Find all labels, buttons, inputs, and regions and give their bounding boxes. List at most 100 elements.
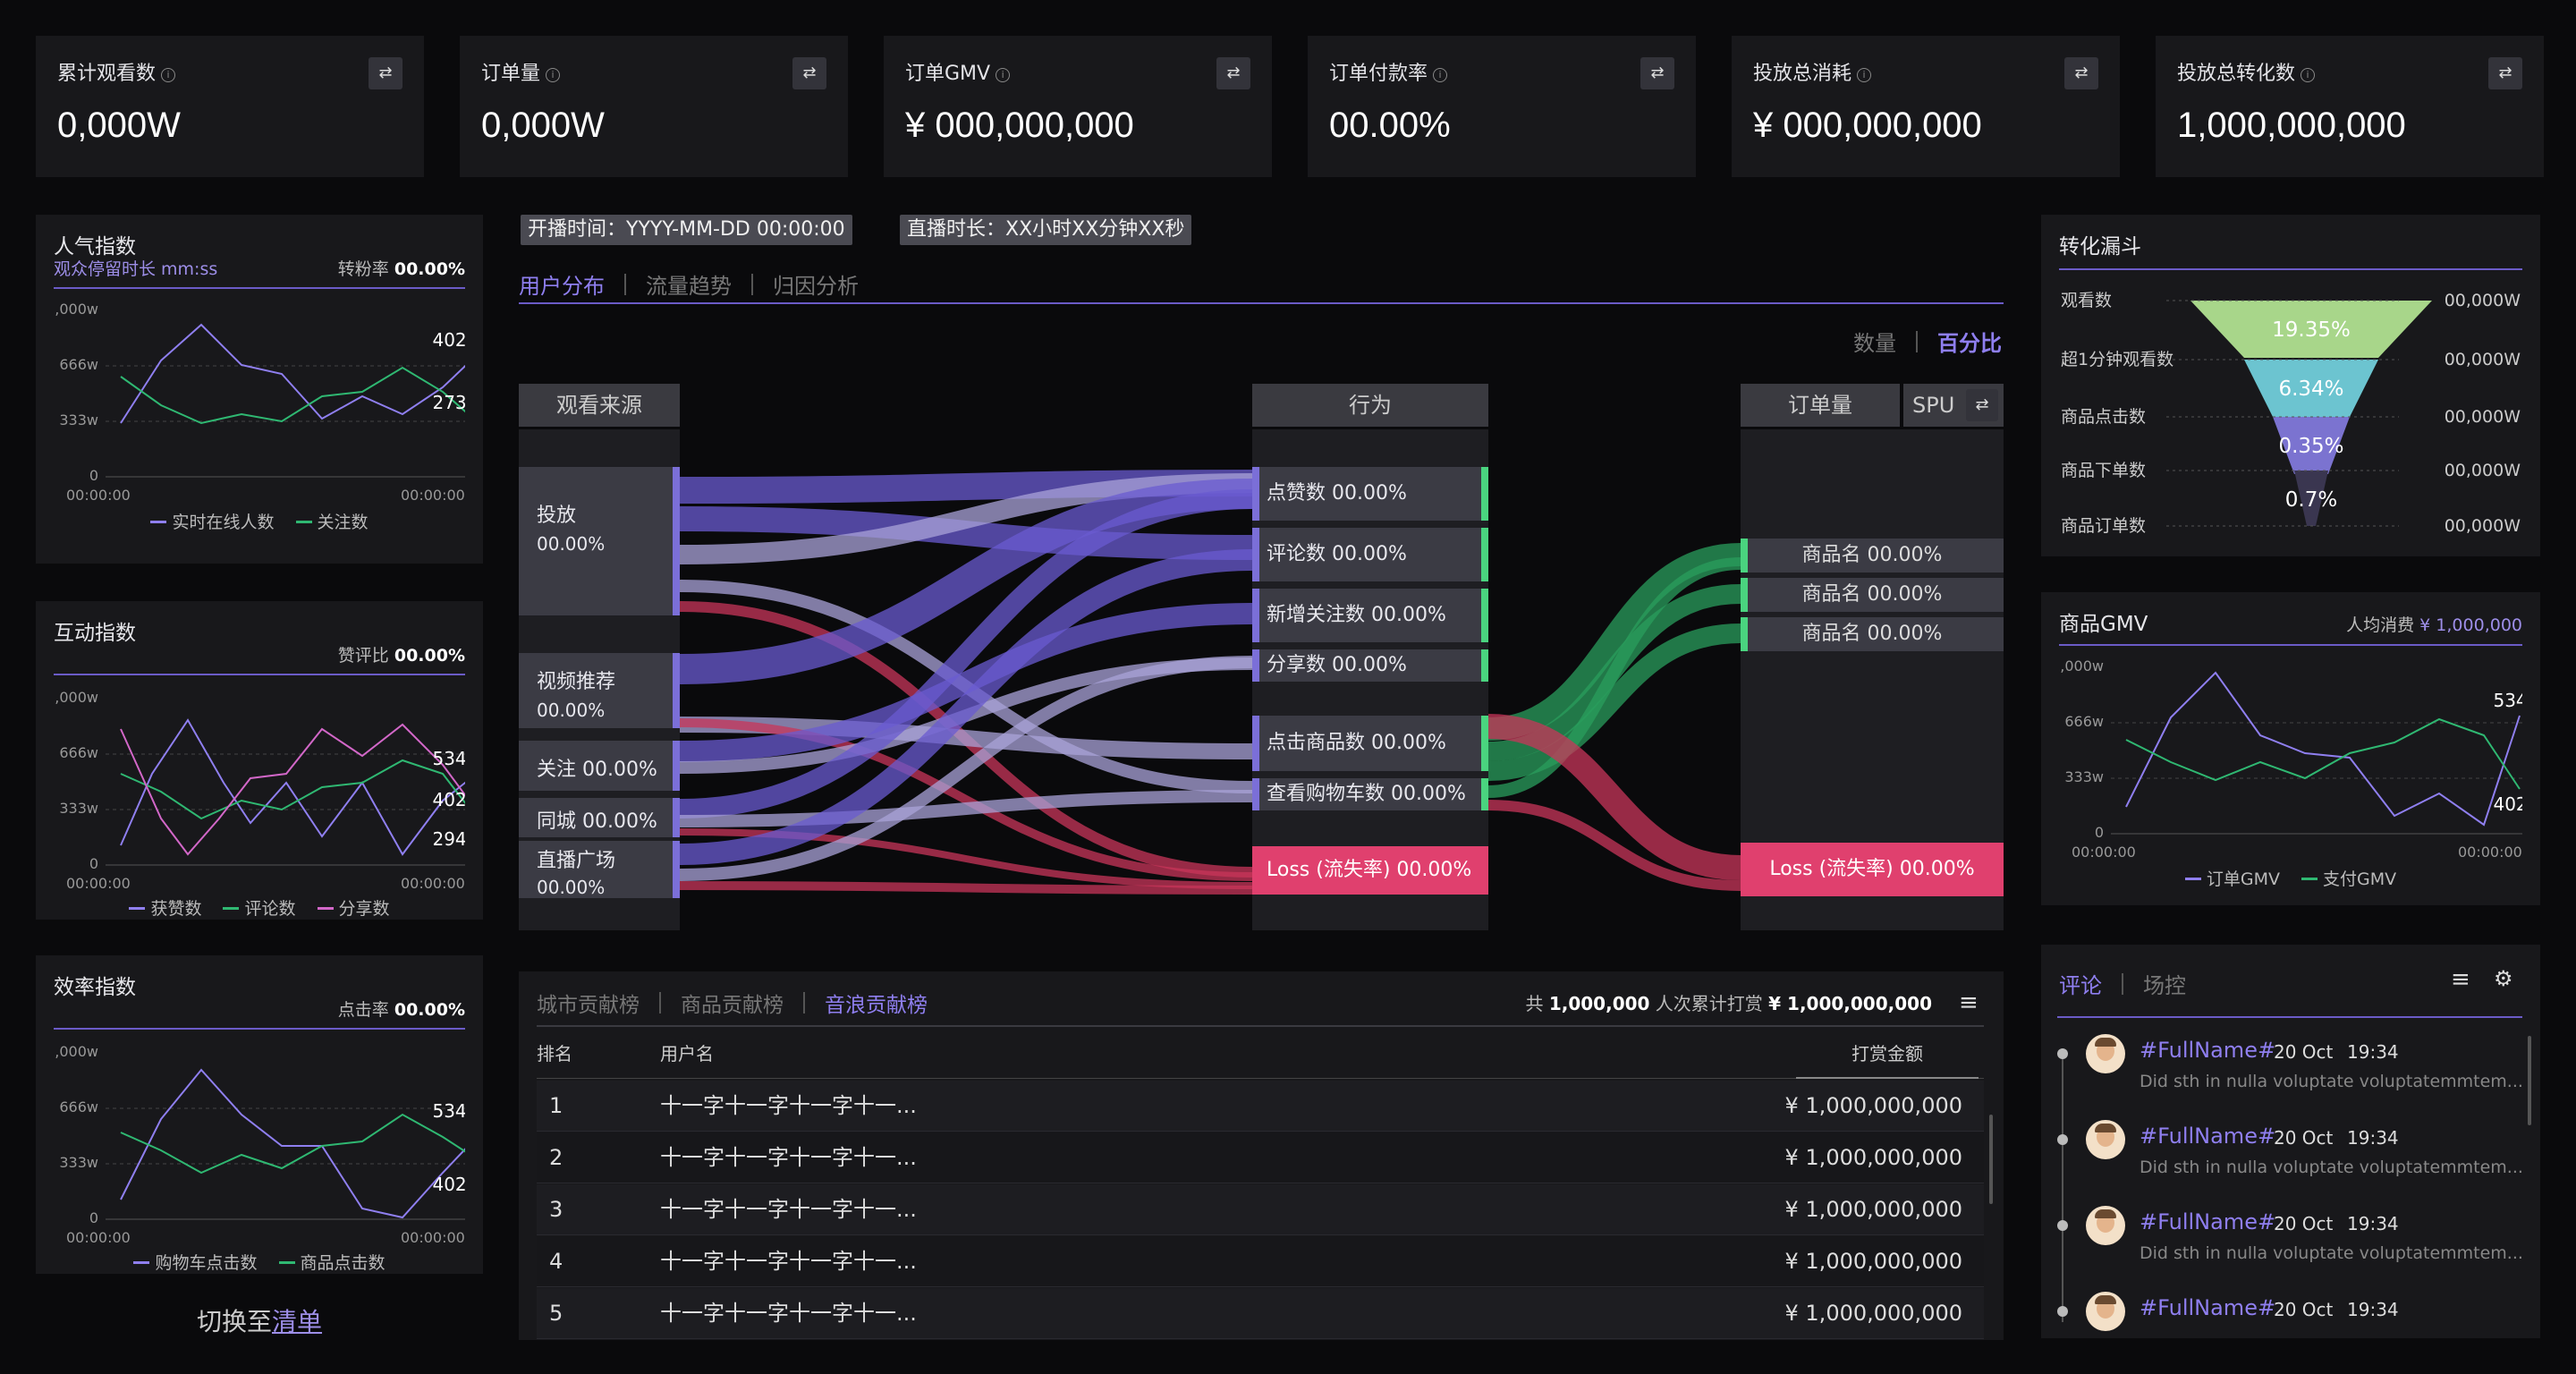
table-header: 排名 用户名 打赏金额 [537, 1029, 1984, 1079]
table-row[interactable]: 5 十一字十一字十一字十一... ¥ 1,000,000,000 [537, 1288, 1984, 1339]
ranking-summary: 共 1,000,000 人次累计打赏 ¥ 1,000,000,000 [1525, 993, 1932, 1014]
avatar[interactable] [2086, 1034, 2125, 1073]
svg-text:534w: 534w [2493, 690, 2522, 711]
tab-tips-ranking[interactable]: 音浪贡献榜 [825, 988, 928, 1018]
funnel-chart: 观看数 00,000W 19.35% 超1分钟观看数 00,000W 6.34% 商品点击数… [2061, 291, 2521, 536]
rank-cell: 5 [549, 1301, 564, 1326]
rank-cell: 2 [549, 1145, 564, 1170]
source-node-follow[interactable]: 关注 00.00% [519, 741, 680, 791]
amount-cell: ¥ 1,000,000,000 [1784, 1301, 1962, 1326]
behavior-node-likes[interactable]: 点赞数 00.00% [1252, 467, 1488, 521]
timeline-dot [2057, 1220, 2068, 1231]
funnel-stage-percent: 0.7% [2285, 488, 2337, 512]
funnel-stage-label: 商品下单数 [2061, 461, 2146, 480]
amount-cell: ¥ 1,000,000,000 [1784, 1197, 1962, 1222]
table-row[interactable]: 3 十一字十一字十一字十一... ¥ 1,000,000,000 [537, 1184, 1984, 1235]
avatar[interactable] [2086, 1206, 2125, 1245]
svg-text:1,000w: 1,000w [2059, 657, 2104, 674]
svg-text:333w: 333w [2064, 768, 2104, 785]
funnel-title: 转化漏斗 [2059, 229, 2522, 270]
comment-date: 20 Oct [2274, 1127, 2334, 1149]
table-row[interactable]: 2 十一字十一字十一字十一... ¥ 1,000,000,000 [537, 1132, 1984, 1183]
amount-cell: ¥ 1,000,000,000 [1784, 1093, 1962, 1118]
behavior-node-new-follows[interactable]: 新增关注数 00.00% [1252, 589, 1488, 642]
table-scrollbar[interactable] [1989, 1115, 1993, 1204]
funnel-stage-label: 商品订单数 [2061, 516, 2146, 536]
tab-city-ranking[interactable]: 城市贡献榜 [537, 988, 640, 1018]
comment-time: 19:34 [2347, 1127, 2399, 1149]
funnel-stage-value: 00,000W [2445, 350, 2521, 369]
source-node-ads[interactable]: 投放 00.00% [519, 467, 680, 615]
funnel-stage-value: 00,000W [2445, 461, 2521, 480]
table-row[interactable]: 1 十一字十一字十一字十一... ¥ 1,000,000,000 [537, 1081, 1984, 1132]
funnel-stage-value: 00,000W [2445, 516, 2521, 536]
gmv-chart: 1,000w 666w 333w 0 00:00:00 00:00:00 534… [2051, 657, 2542, 861]
comment-time: 19:34 [2347, 1299, 2399, 1320]
username-cell: 十一字十一字十一字十一... [660, 1197, 917, 1222]
source-node-plaza[interactable]: 直播广场 00.00% [519, 841, 680, 898]
rank-cell: 1 [549, 1093, 564, 1118]
avatar[interactable] [2086, 1120, 2125, 1159]
avatar[interactable] [2086, 1292, 2125, 1331]
source-node-nearby[interactable]: 同城 00.00% [519, 798, 680, 837]
tab-comments[interactable]: 评论 [2059, 968, 2102, 999]
comment-user[interactable]: #FullName# [2140, 1295, 2275, 1320]
gmv-panel: 商品GMV 人均消费 ¥ 1,000,000 1,000w 666w 333w … [2041, 592, 2542, 905]
comment-text: Did sth in nulla voluptate voluptatemmte… [2140, 1072, 2523, 1091]
behavior-node-product-clicks[interactable]: 点击商品数 00.00% [1252, 716, 1488, 771]
funnel-stage-percent: 19.35% [2272, 318, 2351, 342]
funnel-stage-value: 00,000W [2445, 291, 2521, 310]
comment-date: 20 Oct [2274, 1213, 2334, 1234]
funnel-stage-value: 00,000W [2445, 407, 2521, 427]
table-row[interactable]: 4 十一字十一字十一字十一... ¥ 1,000,000,000 [537, 1236, 1984, 1287]
rank-cell: 3 [549, 1197, 564, 1222]
rank-cell: 4 [549, 1249, 564, 1274]
behavior-node-loss[interactable]: Loss (流失率) 00.00% [1252, 846, 1488, 895]
order-node-product[interactable]: 商品名 00.00% [1741, 617, 2004, 651]
legend-order-gmv[interactable]: 订单GMV [2184, 866, 2280, 890]
funnel-stage-percent: 6.34% [2278, 377, 2343, 401]
username-cell: 十一字十一字十一字十一... [660, 1249, 917, 1274]
per-capita-label: 人均消费 [2346, 615, 2415, 635]
amount-cell: ¥ 1,000,000,000 [1784, 1249, 1962, 1274]
behavior-node-cart-views[interactable]: 查看购物车数 00.00% [1252, 778, 1488, 810]
source-node-video[interactable]: 视频推荐 00.00% [519, 653, 680, 728]
username-cell: 十一字十一字十一字十一... [660, 1145, 917, 1170]
svg-text:00:00:00: 00:00:00 [2458, 844, 2522, 861]
comment-item[interactable]: #FullName# 20 Oct 19:34 [2054, 1290, 2519, 1370]
per-capita-value: ¥ 1,000,000 [2419, 615, 2522, 635]
username-cell: 十一字十一字十一字十一... [660, 1301, 917, 1326]
svg-text:402w: 402w [2493, 793, 2522, 815]
comment-user[interactable]: #FullName# [2140, 1209, 2275, 1234]
order-node-loss[interactable]: Loss (流失率) 00.00% [1741, 843, 2004, 896]
comment-user[interactable]: #FullName# [2140, 1038, 2275, 1063]
order-node-product[interactable]: 商品名 00.00% [1741, 539, 2004, 572]
behavior-node-shares[interactable]: 分享数 00.00% [1252, 649, 1488, 682]
behavior-node-comments[interactable]: 评论数 00.00% [1252, 528, 1488, 581]
tab-product-ranking[interactable]: 商品贡献榜 [681, 988, 784, 1018]
comment-text: Did sth in nulla voluptate voluptatemmte… [2140, 1243, 2523, 1263]
comments-scrollbar[interactable] [2528, 1036, 2531, 1125]
timeline-dot [2057, 1306, 2068, 1317]
username-cell: 十一字十一字十一字十一... [660, 1093, 917, 1118]
list-menu-icon[interactable]: ≡ [2451, 966, 2470, 993]
comment-time: 19:34 [2347, 1041, 2399, 1063]
amount-cell: ¥ 1,000,000,000 [1784, 1145, 1962, 1170]
tab-control[interactable]: 场控 [2143, 968, 2186, 999]
comment-date: 20 Oct [2274, 1041, 2334, 1063]
funnel-stage-label: 商品点击数 [2061, 407, 2146, 427]
comment-time: 19:34 [2347, 1213, 2399, 1234]
gmv-title: 商品GMV [2059, 613, 2148, 636]
gear-icon[interactable]: ⚙ [2494, 966, 2513, 991]
comment-text: Did sth in nulla voluptate voluptatemmte… [2140, 1158, 2523, 1177]
order-node-product[interactable]: 商品名 00.00% [1741, 578, 2004, 612]
comment-item[interactable]: #FullName# 20 Oct 19:34 Did sth in nulla… [2054, 1032, 2523, 1113]
comment-item[interactable]: #FullName# 20 Oct 19:34 Did sth in nulla… [2054, 1204, 2523, 1285]
funnel-stage-percent: 0.35% [2278, 435, 2343, 458]
comment-item[interactable]: #FullName# 20 Oct 19:34 Did sth in nulla… [2054, 1118, 2523, 1199]
timeline-dot [2057, 1134, 2068, 1145]
legend-paid-gmv[interactable]: 支付GMV [2301, 866, 2396, 890]
list-menu-icon[interactable]: ≡ [1959, 989, 1979, 1016]
comment-user[interactable]: #FullName# [2140, 1124, 2275, 1149]
timeline-dot [2057, 1048, 2068, 1059]
